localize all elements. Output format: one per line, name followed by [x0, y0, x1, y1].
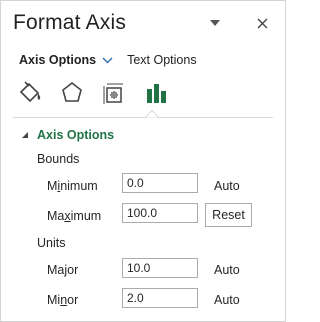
- size-properties-icon: [103, 83, 123, 104]
- format-category-tabs: [15, 77, 183, 109]
- maximum-input[interactable]: [122, 203, 198, 223]
- close-icon: [257, 18, 267, 28]
- chevron-down-icon: [102, 57, 113, 64]
- options-tabs: Axis Options Text Options: [19, 51, 197, 69]
- tab-divider: [13, 117, 273, 118]
- minor-input[interactable]: [122, 288, 198, 308]
- task-pane-options-button[interactable]: [205, 13, 225, 33]
- section-title: Axis Options: [37, 128, 115, 142]
- major-input[interactable]: [122, 258, 198, 278]
- minor-auto-label: Auto: [214, 293, 240, 307]
- paint-bucket-icon: [19, 81, 41, 103]
- effects-tab[interactable]: [57, 78, 87, 108]
- collapse-triangle-icon: [21, 131, 29, 139]
- reset-button[interactable]: Reset: [205, 203, 252, 227]
- fill-line-tab[interactable]: [15, 78, 45, 108]
- tab-axis-options[interactable]: Axis Options: [19, 53, 113, 67]
- selected-tab-notch: [145, 110, 159, 118]
- chevron-down-icon: [210, 19, 220, 26]
- tab-axis-options-label: Axis Options: [19, 53, 97, 67]
- minimum-auto-label: Auto: [214, 179, 240, 193]
- format-axis-pane: Format Axis Axis Options Text Options Ax…: [0, 0, 286, 322]
- pentagon-effects-icon: [62, 81, 82, 102]
- size-properties-tab[interactable]: [99, 78, 129, 108]
- units-group-label: Units: [37, 236, 66, 250]
- close-button[interactable]: [252, 13, 272, 33]
- maximum-label: Maximum: [47, 209, 102, 223]
- tab-text-options[interactable]: Text Options: [127, 53, 196, 67]
- major-auto-label: Auto: [214, 263, 240, 277]
- minimum-input[interactable]: [122, 173, 198, 193]
- axis-options-section-header[interactable]: Axis Options: [21, 128, 114, 142]
- pane-title: Format Axis: [13, 11, 127, 34]
- bounds-group-label: Bounds: [37, 152, 80, 166]
- major-label: Major: [47, 263, 79, 277]
- bar-chart-icon: [147, 84, 166, 103]
- minor-label: Minor: [47, 293, 79, 307]
- axis-options-tab[interactable]: [141, 78, 171, 108]
- minimum-label: Minimum: [47, 179, 98, 193]
